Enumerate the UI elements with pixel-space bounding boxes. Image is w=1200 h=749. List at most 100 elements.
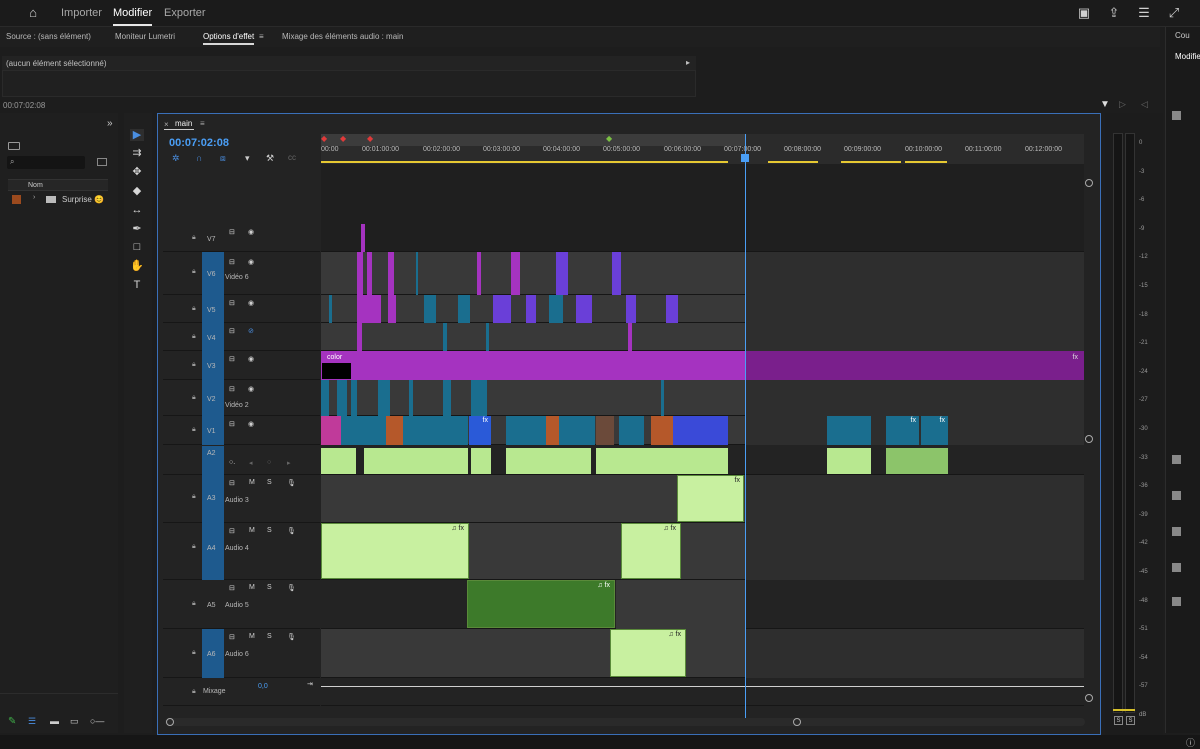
clip[interactable] <box>357 323 362 351</box>
clip[interactable] <box>351 380 357 416</box>
clip[interactable] <box>526 295 536 323</box>
track-lane-v5[interactable] <box>321 295 1084 323</box>
audio-clip[interactable] <box>506 448 591 474</box>
v-scroll-handle[interactable] <box>1085 435 1093 443</box>
audio-clip[interactable]: ♫ fx <box>467 580 615 628</box>
checkbox[interactable] <box>1172 527 1181 536</box>
clip[interactable] <box>367 252 372 295</box>
tab-menu-icon[interactable]: ≡ <box>200 119 205 128</box>
audio-clip[interactable]: ♫ fx <box>321 523 469 579</box>
solo-button[interactable]: S <box>267 633 272 640</box>
track-lane-v6[interactable] <box>321 252 1084 295</box>
tab-right-1[interactable]: Cou <box>1175 31 1190 40</box>
mix-value[interactable]: 0,0 <box>258 683 268 690</box>
clip[interactable] <box>556 252 568 295</box>
share-icon[interactable]: ⇪ <box>1107 6 1121 20</box>
lock-icon[interactable]: 🔒︎ <box>192 649 196 657</box>
lock-icon[interactable]: 🔒︎ <box>192 394 196 402</box>
new-bin-icon[interactable] <box>97 158 107 166</box>
type-icon[interactable]: T <box>130 279 144 291</box>
zoom-handle-left[interactable] <box>166 718 174 726</box>
marker-red-icon[interactable]: ◆ <box>340 134 346 143</box>
clip[interactable] <box>673 416 728 445</box>
tab-menu-icon[interactable]: ≡ <box>259 32 264 41</box>
prev-keyframe-icon[interactable]: ◂ <box>249 459 253 467</box>
mute-button[interactable]: M <box>249 527 255 534</box>
solo-right-button[interactable]: S <box>1126 716 1135 725</box>
track-select-icon[interactable]: ⇉ <box>130 147 144 159</box>
audio-clip[interactable]: ♫ fx <box>610 629 686 677</box>
clip[interactable] <box>596 416 614 445</box>
forward-icon[interactable]: ▷ <box>1119 99 1126 110</box>
tab-effect-options[interactable]: Options d'effet <box>203 32 255 45</box>
checkbox[interactable] <box>1172 563 1181 572</box>
lock-icon[interactable]: 🔒︎ <box>192 493 196 501</box>
ripple-edit-icon[interactable]: ✥ <box>130 166 144 178</box>
backward-icon[interactable]: ◁ <box>1141 99 1148 110</box>
marker-green-icon[interactable]: ◆ <box>606 134 612 143</box>
sync-icon[interactable]: ⊟ <box>229 299 235 307</box>
clip[interactable] <box>458 295 470 323</box>
clip[interactable] <box>477 252 481 295</box>
track-lane-a5[interactable]: ♫ fx <box>321 580 1084 629</box>
mute-button[interactable]: M <box>249 479 255 486</box>
clip[interactable] <box>329 295 332 323</box>
lock-icon[interactable]: 🔒︎ <box>192 361 196 369</box>
clip[interactable] <box>388 295 396 323</box>
eye-icon[interactable]: ◉ <box>248 420 254 428</box>
clip[interactable] <box>388 252 394 295</box>
nav-exporter[interactable]: Exporter <box>164 7 206 19</box>
sync-icon[interactable]: ⊟ <box>229 258 235 266</box>
add-marker-icon[interactable]: ▾ <box>245 153 250 164</box>
v-scroll-handle[interactable] <box>1085 694 1093 702</box>
workspaces-icon[interactable]: ☰ <box>1137 6 1151 20</box>
clip[interactable]: fx <box>469 416 491 445</box>
sync-icon[interactable]: ⊟ <box>229 327 235 335</box>
solo-button[interactable]: S <box>267 527 272 534</box>
clip[interactable] <box>661 380 664 416</box>
filter-icon[interactable]: ▼ <box>1100 99 1110 110</box>
pen-icon[interactable]: ✒ <box>130 223 144 235</box>
clip[interactable] <box>337 380 347 416</box>
track-lane-v3[interactable]: color fx <box>321 351 1084 380</box>
sync-icon[interactable]: ⊟ <box>229 228 235 236</box>
track-lane-v7[interactable] <box>321 224 1084 252</box>
v-scroll-handle[interactable] <box>1085 179 1093 187</box>
clip[interactable] <box>626 295 636 323</box>
mic-icon[interactable]: 🎙︎ <box>287 584 296 592</box>
eye-icon[interactable]: ◉ <box>248 385 254 393</box>
sync-icon[interactable]: ⊟ <box>229 355 235 363</box>
home-icon[interactable]: ⌂ <box>26 6 40 20</box>
lock-icon[interactable]: 🔒︎ <box>192 268 196 276</box>
sync-icon[interactable]: ⊟ <box>229 633 235 641</box>
next-keyframe-icon[interactable]: ▸ <box>287 459 291 467</box>
clip[interactable] <box>361 224 365 252</box>
clip[interactable] <box>619 416 644 445</box>
h-zoom-scrollbar[interactable] <box>165 718 1085 726</box>
eye-hidden-icon[interactable]: ⊘ <box>248 327 254 335</box>
audio-clip[interactable] <box>321 448 356 474</box>
clip[interactable] <box>424 295 436 323</box>
clip[interactable] <box>612 252 621 295</box>
clip[interactable]: fx <box>886 416 919 445</box>
lock-icon[interactable]: 🔒︎ <box>192 305 196 313</box>
clip[interactable] <box>486 323 489 351</box>
expand-arrow-icon[interactable]: ▸ <box>686 58 690 67</box>
add-keyframe-icon[interactable]: ○ <box>267 459 271 466</box>
icon-view-icon[interactable]: ▬ <box>50 716 59 726</box>
clip[interactable] <box>493 295 511 323</box>
clip[interactable] <box>321 416 341 445</box>
eye-icon[interactable]: ◉ <box>248 258 254 266</box>
quick-export-icon[interactable]: ▣ <box>1077 6 1091 20</box>
audio-clip[interactable]: fx <box>677 475 744 522</box>
lock-icon[interactable]: 🔒︎ <box>192 543 196 551</box>
time-ruler[interactable]: ◆ ◆ ◆ ◆ 00:00 00:01:00:00 00:02:00:00 00… <box>321 134 1084 164</box>
sync-icon[interactable]: ⊟ <box>229 479 235 487</box>
eye-icon[interactable]: ◉ <box>248 299 254 307</box>
checkbox[interactable] <box>1172 455 1181 464</box>
color-matte-clip[interactable]: color <box>321 351 745 380</box>
mic-icon[interactable]: 🎙︎ <box>287 479 296 487</box>
clip[interactable] <box>357 252 363 295</box>
lock-icon[interactable]: 🔒︎ <box>192 426 196 434</box>
nav-importer[interactable]: Importer <box>61 7 102 19</box>
